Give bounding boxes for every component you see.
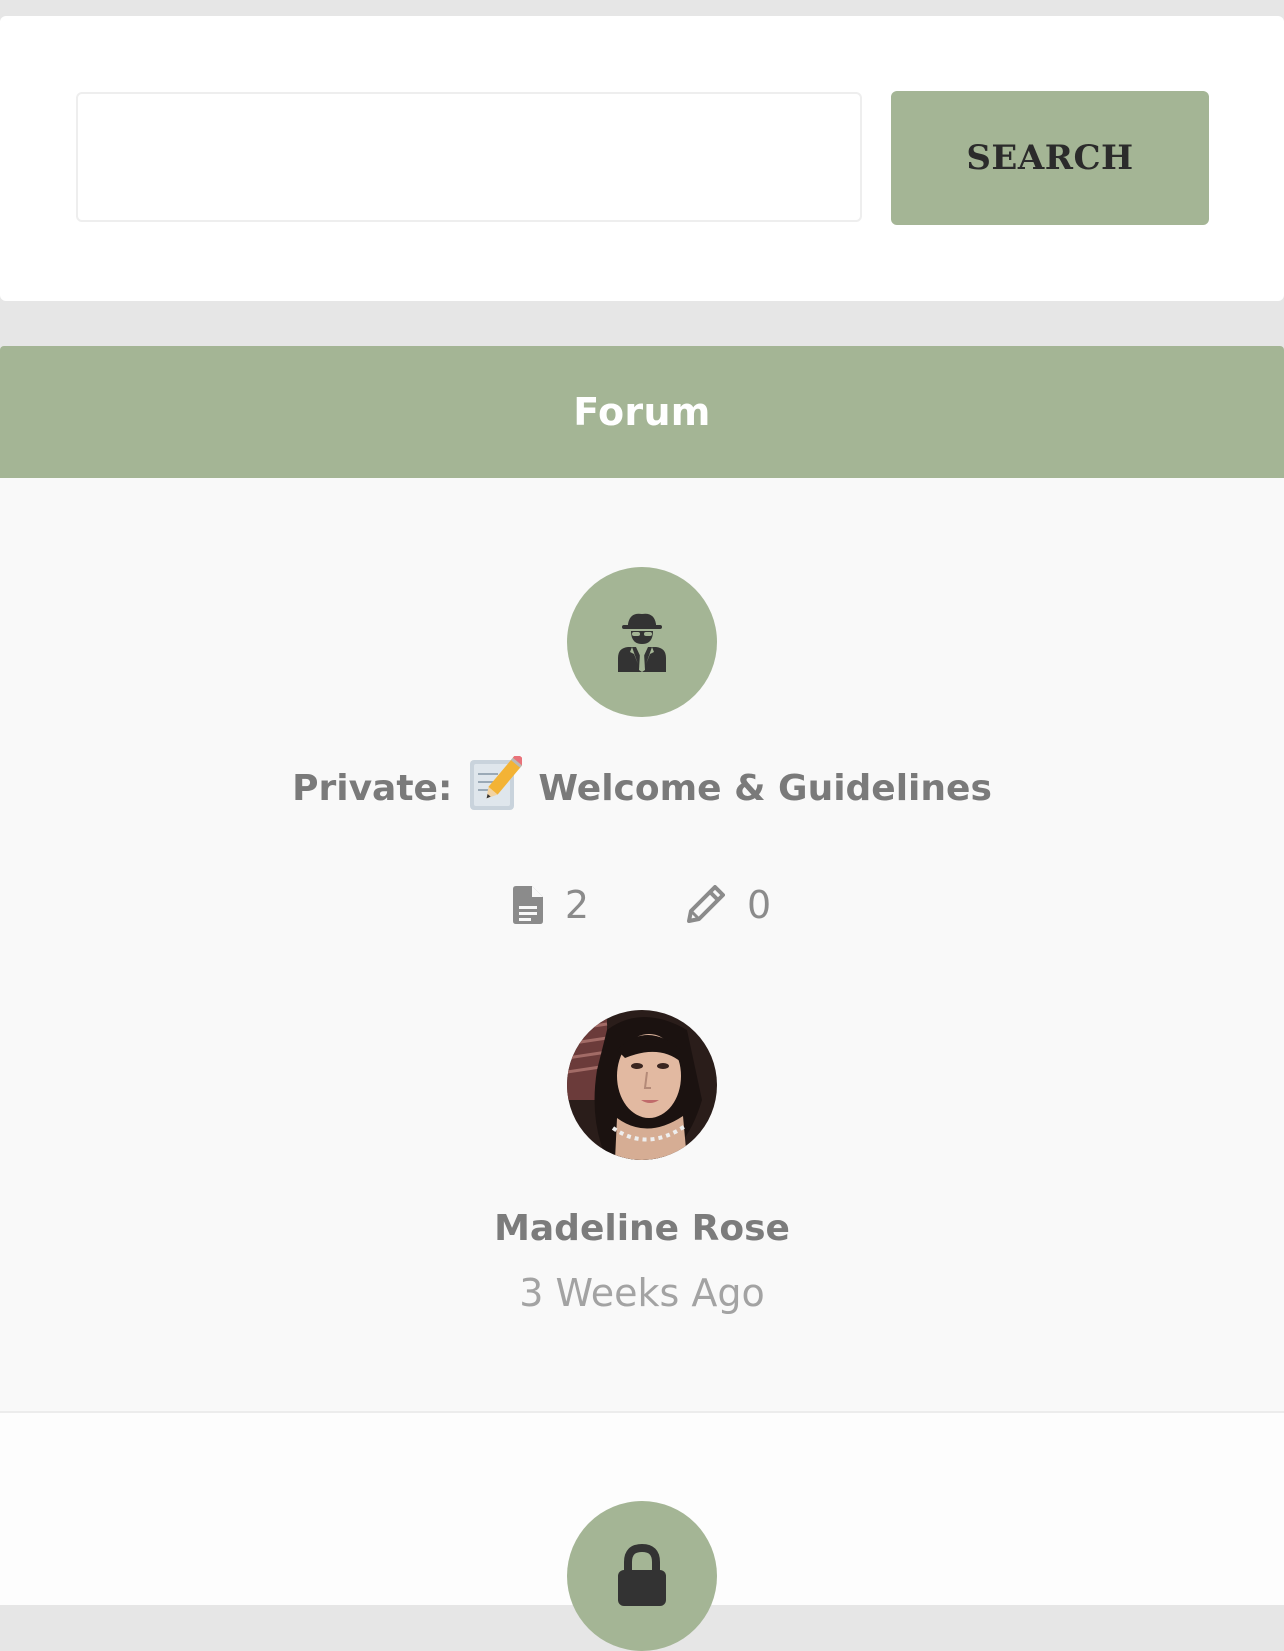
forum-private-prefix: Private: [292, 767, 453, 809]
forum-stats: 2 0 [0, 883, 1284, 927]
pencil-icon [687, 885, 725, 923]
memo-icon [468, 753, 527, 812]
posts-count: 0 [747, 883, 772, 927]
forum-name[interactable]: Private: Welcome & Guidelines [0, 753, 1284, 816]
avatar[interactable] [567, 1010, 717, 1160]
search-input[interactable] [76, 92, 862, 222]
lock-icon [618, 1544, 666, 1606]
last-author-name[interactable]: Madeline Rose [0, 1208, 1284, 1249]
forum-list-item[interactable]: Private: Welcome & Guidelines 2 0 Madeli… [0, 478, 1284, 1413]
topics-count: 2 [564, 883, 589, 927]
forum-header: Forum [0, 346, 1284, 478]
user-secret-icon [618, 613, 666, 672]
forum-icon-circle [567, 567, 717, 717]
forum-title-link[interactable]: Welcome & Guidelines [538, 768, 992, 809]
posts-stat: 0 [685, 883, 771, 927]
document-icon [512, 886, 543, 924]
search-button[interactable]: SEARCH [891, 91, 1209, 225]
search-card: SEARCH [0, 16, 1284, 301]
forum-list-item[interactable] [0, 1413, 1284, 1651]
last-post-time: 3 Weeks Ago [519, 1271, 765, 1315]
forum-title: Forum [573, 390, 711, 434]
topics-stat: 2 [512, 883, 589, 927]
forum-icon-circle [567, 1501, 717, 1651]
